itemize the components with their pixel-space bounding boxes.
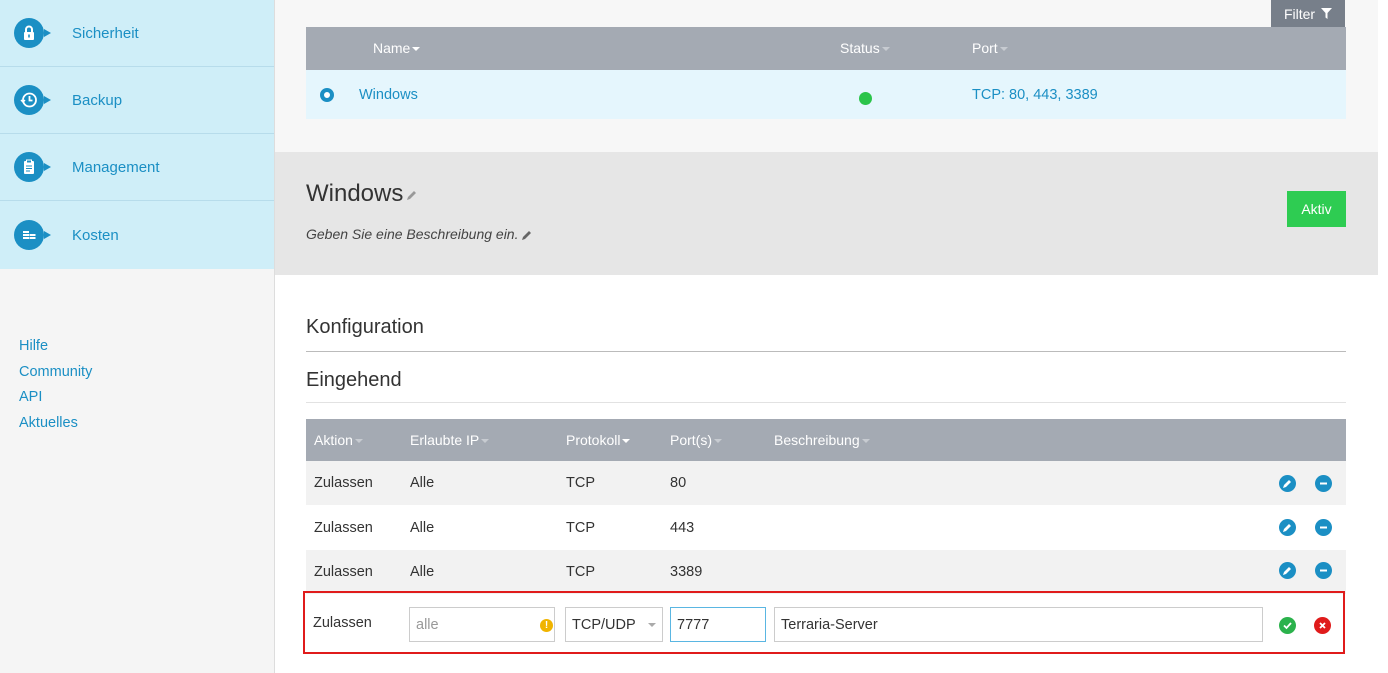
column-label: Beschreibung [774,432,860,448]
title-text: Windows [306,180,404,207]
warning-icon: ! [540,619,553,632]
cell-ip: Alle [410,520,435,536]
remove-icon[interactable] [1315,475,1332,492]
pencil-icon[interactable] [521,229,533,241]
cell-ports: 3389 [670,564,703,580]
link-hilfe[interactable]: Hilfe [19,334,92,360]
cell-ports: 80 [670,475,687,491]
edit-icon[interactable] [1279,475,1296,492]
edit-icon[interactable] [1279,519,1296,536]
sidebar-item-label: Management [72,158,160,176]
column-name-label: Name [373,40,411,56]
cell-protokoll: TCP [566,475,595,491]
divider [306,402,1346,403]
server-port: TCP: 80, 443, 3389 [972,87,1098,103]
row-radio[interactable] [320,88,334,102]
link-community[interactable]: Community [19,360,92,386]
sort-caret-icon [999,47,1008,52]
server-detail-header: Windows Geben Sie eine Beschreibung ein.… [275,152,1378,275]
sort-caret-icon [481,439,490,444]
description: Geben Sie eine Beschreibung ein. [306,226,533,242]
sort-caret-icon [622,439,631,444]
cancel-icon[interactable] [1314,617,1331,634]
link-api[interactable]: API [19,385,92,411]
table-row: Zulassen Alle TCP 3389 [306,550,1346,594]
ip-input[interactable] [409,607,555,642]
protocol-select-value: TCP/UDP [572,617,636,633]
status-indicator [859,92,872,105]
column-label: Erlaubte IP [410,432,480,448]
column-port[interactable]: Port [972,40,1008,56]
lock-icon [14,18,51,48]
server-name: Windows [359,87,418,103]
column-status[interactable]: Status [840,40,890,56]
column-beschreibung[interactable]: Beschreibung [774,432,870,448]
pencil-icon[interactable] [406,189,418,201]
sidebar-nav: Sicherheit Backup Management Kosten [0,0,274,269]
cell-aktion: Zulassen [314,475,373,491]
column-label: Port(s) [670,432,712,448]
ports-input[interactable] [670,607,766,642]
sidebar-item-backup[interactable]: Backup [0,67,274,134]
edit-icon[interactable] [1279,562,1296,579]
table-row: Zulassen Alle TCP 80 [306,461,1346,505]
cell-protokoll: TCP [566,564,595,580]
sidebar-item-label: Kosten [72,226,119,244]
coins-icon [14,220,51,250]
clipboard-icon [14,152,51,182]
sidebar-item-kosten[interactable]: Kosten [0,201,274,269]
server-list-panel: Filter Name Status Port Windows TCP: 80,… [275,0,1378,152]
server-table-header: Name Status Port [306,27,1346,70]
sort-caret-icon [861,439,870,444]
confirm-icon[interactable] [1279,617,1296,634]
column-protokoll[interactable]: Protokoll [566,432,631,448]
sidebar-item-sicherheit[interactable]: Sicherheit [0,0,274,67]
cell-ports: 443 [670,520,695,536]
sort-caret-icon [881,47,890,52]
page-title: Windows [306,180,418,208]
column-ip[interactable]: Erlaubte IP [410,432,490,448]
clock-icon [14,85,51,115]
cell-aktion: Zulassen [314,520,373,536]
server-row[interactable]: Windows TCP: 80, 443, 3389 [306,70,1346,119]
column-port-label: Port [972,40,998,56]
remove-icon[interactable] [1315,519,1332,536]
remove-icon[interactable] [1315,562,1332,579]
column-label: Aktion [314,432,353,448]
section-title: Konfiguration [306,316,424,338]
cell-ip: Alle [410,564,435,580]
subsection-title: Eingehend [306,369,402,391]
chevron-down-icon [648,623,656,627]
column-status-label: Status [840,40,880,56]
sort-caret-icon [412,47,421,52]
sidebar: Sicherheit Backup Management Kosten Hilf… [0,0,275,673]
table-row: Zulassen Alle TCP 443 [306,506,1346,550]
sort-caret-icon [714,439,722,444]
cell-aktion: Zulassen [313,615,372,631]
cell-ip: Alle [410,475,435,491]
filter-label: Filter [1283,5,1316,22]
funnel-icon [1321,8,1333,19]
divider [306,351,1346,352]
description-input[interactable] [774,607,1263,642]
new-rule-row: Zulassen ! TCP/UDP [303,591,1345,654]
filter-button[interactable]: Filter [1271,0,1345,27]
link-aktuelles[interactable]: Aktuelles [19,411,92,437]
cell-aktion: Zulassen [314,564,373,580]
description-text: Geben Sie eine Beschreibung ein. [306,226,519,242]
column-ports[interactable]: Port(s) [670,432,722,448]
main-content: Filter Name Status Port Windows TCP: 80,… [275,0,1378,673]
sidebar-item-label: Backup [72,91,123,109]
sort-caret-icon [354,439,363,444]
sidebar-item-label: Sicherheit [72,24,139,42]
cell-protokoll: TCP [566,520,595,536]
sidebar-item-management[interactable]: Management [0,134,274,201]
column-name[interactable]: Name [373,40,421,56]
column-aktion[interactable]: Aktion [314,432,363,448]
status-toggle-button[interactable]: Aktiv [1287,191,1346,227]
sidebar-links: Hilfe Community API Aktuelles [19,334,92,436]
column-label: Protokoll [566,432,621,448]
rules-table-header: Aktion Erlaubte IP Protokoll Port(s) Bes… [306,419,1346,461]
